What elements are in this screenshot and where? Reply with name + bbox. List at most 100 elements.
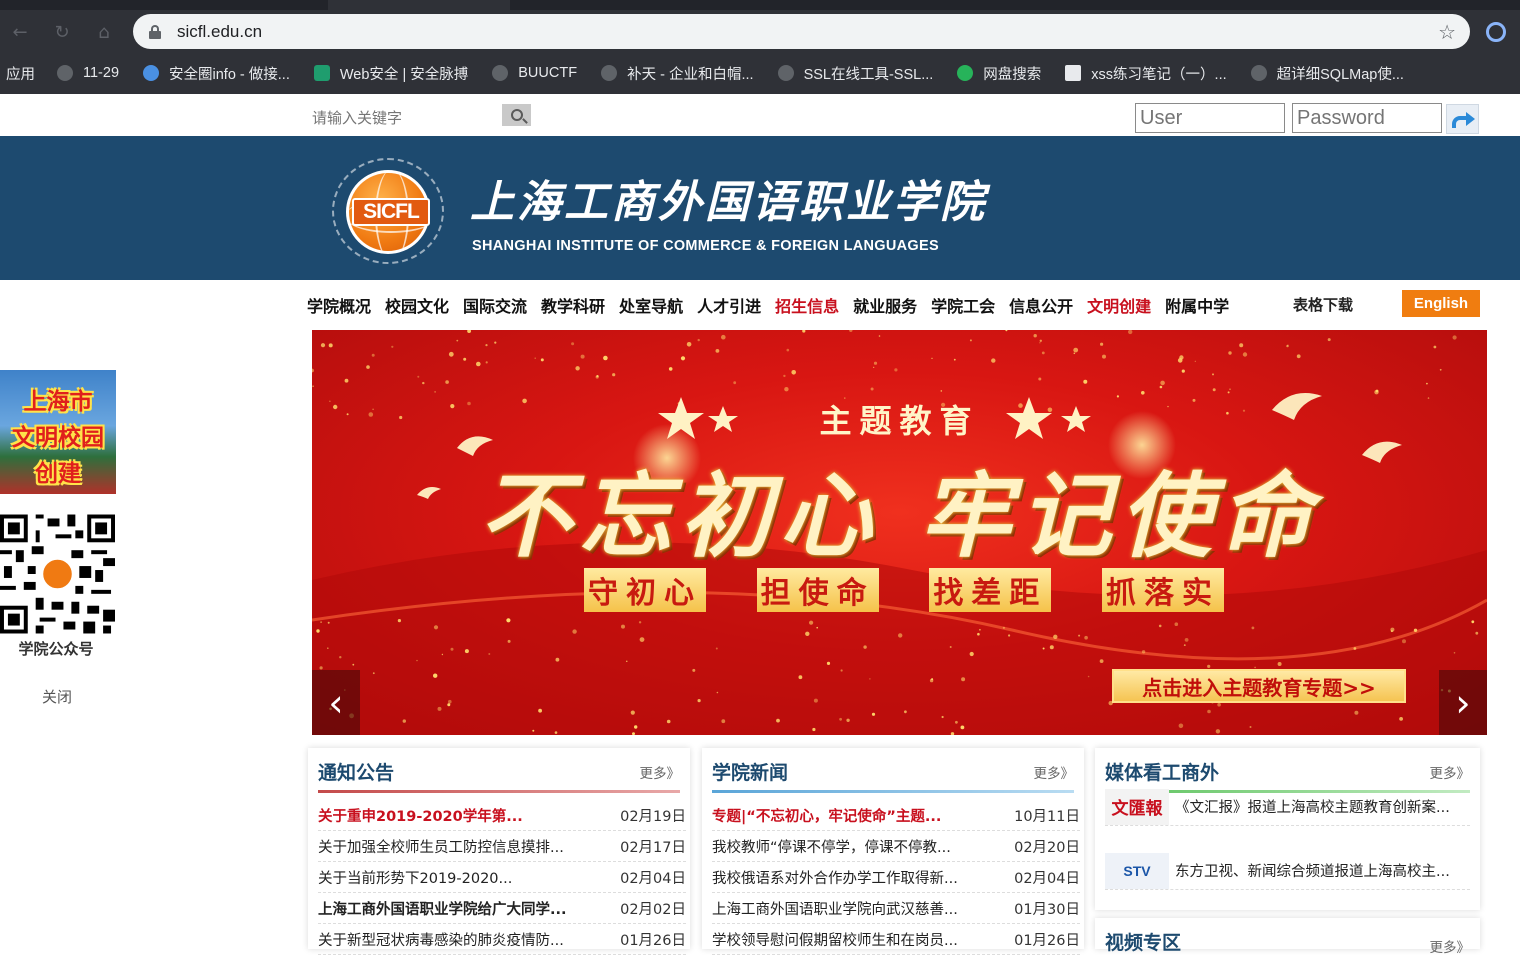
item-title[interactable]: 学校领导慰问假期留校师生和在岗员... bbox=[712, 929, 958, 950]
item-title[interactable]: 关于重申2019-2020学年第... bbox=[318, 805, 523, 826]
list-item[interactable]: 专题|“不忘初心，牢记使命”主题... 10月11日 bbox=[712, 800, 1080, 831]
address-bar[interactable]: sicfl.edu.cn ☆ bbox=[133, 14, 1470, 49]
hero-title: 不忘初心 牢记使命 bbox=[479, 462, 1320, 570]
panel-header: 学院新闻 更多》 bbox=[712, 758, 1075, 793]
globe-icon bbox=[777, 65, 794, 81]
nav-item-union[interactable]: 学院工会 bbox=[931, 293, 995, 317]
list-item[interactable]: 我校教师“停课不停学，停课不停教... 02月20日 bbox=[712, 831, 1080, 862]
notices-list: 关于重申2019-2020学年第... 02月19日 关于加强全校师生员工防控信息… bbox=[318, 800, 686, 955]
nav-item-departments[interactable]: 处室导航 bbox=[619, 293, 683, 317]
reload-icon[interactable]: ↻ bbox=[48, 18, 76, 46]
list-item[interactable]: 我校俄语系对外合作办学工作取得新... 02月04日 bbox=[712, 862, 1080, 893]
list-item[interactable]: 学校领导慰问假期留校师生和在岗员... 01月26日 bbox=[712, 924, 1080, 955]
shield-icon bbox=[313, 65, 330, 81]
news-list: 专题|“不忘初心，牢记使命”主题... 10月11日 我校教师“停课不停学，停课不… bbox=[712, 800, 1080, 955]
site-name-cn[interactable]: 上海工商外国语职业学院 bbox=[470, 166, 987, 230]
bookmark-item[interactable]: 超详细SQLMap使... bbox=[1250, 63, 1404, 84]
list-item[interactable]: STV 东方卫视、新闻综合频道报道上海高校主... bbox=[1105, 852, 1470, 890]
active-tab[interactable] bbox=[328, 0, 510, 10]
nav-item-about[interactable]: 学院概况 bbox=[307, 293, 371, 317]
bookmark-label: BUUCTF bbox=[518, 65, 578, 81]
item-title[interactable]: 专题|“不忘初心，牢记使命”主题... bbox=[712, 805, 941, 826]
logo-mark: SICFL bbox=[352, 198, 430, 226]
password-input[interactable] bbox=[1292, 103, 1442, 133]
nav-item-recruitment[interactable]: 人才引进 bbox=[697, 293, 761, 317]
forms-download-link[interactable]: 表格下载 bbox=[1293, 294, 1353, 315]
nav-item-civilization[interactable]: 文明创建 bbox=[1087, 293, 1151, 317]
item-title[interactable]: 《文汇报》报道上海高校主题教育创新案... bbox=[1175, 796, 1450, 817]
more-link[interactable]: 更多》 bbox=[1430, 936, 1471, 956]
civilized-campus-banner[interactable]: 上海市 文明校园 创建 bbox=[0, 370, 116, 494]
arrow-right-icon bbox=[1451, 112, 1475, 128]
list-item[interactable]: 文匯報 《文汇报》报道上海高校主题教育创新案... bbox=[1105, 788, 1470, 826]
globe-icon bbox=[57, 65, 73, 81]
item-title[interactable]: 关于加强全校师生员工防控信息摸排... bbox=[318, 836, 564, 857]
english-button[interactable]: English bbox=[1402, 290, 1480, 317]
bookmark-item[interactable]: BUUCTF bbox=[492, 65, 577, 81]
search-button[interactable] bbox=[502, 104, 531, 126]
item-title[interactable]: 关于当前形势下2019-2020... bbox=[318, 867, 512, 888]
list-item[interactable]: 上海工商外国语职业学院给广大同学... 02月02日 bbox=[318, 893, 686, 924]
item-date: 02月19日 bbox=[620, 808, 686, 825]
nav-item-disclosure[interactable]: 信息公开 bbox=[1009, 293, 1073, 317]
item-date: 01月26日 bbox=[620, 932, 686, 949]
item-title[interactable]: 上海工商外国语职业学院给广大同学... bbox=[318, 898, 567, 919]
theme-education-link[interactable]: 点击进入主题教育专题>> bbox=[1112, 669, 1406, 703]
username-input[interactable] bbox=[1135, 103, 1285, 133]
bookmark-label: SSL在线工具-SSL... bbox=[803, 66, 934, 83]
site-favicon-icon bbox=[143, 65, 160, 81]
school-logo[interactable]: SICFL bbox=[328, 156, 448, 264]
panel-header: 视频专区 更多》 bbox=[1105, 928, 1471, 956]
more-link[interactable]: 更多》 bbox=[1034, 762, 1075, 782]
item-title[interactable]: 东方卫视、新闻综合频道报道上海高校主... bbox=[1175, 860, 1450, 881]
carousel-next-icon[interactable]: › bbox=[1439, 670, 1487, 735]
search-input[interactable] bbox=[310, 105, 500, 131]
list-item[interactable]: 关于重申2019-2020学年第... 02月19日 bbox=[318, 800, 686, 831]
bookmark-item[interactable]: 网盘搜索 bbox=[957, 63, 1041, 84]
list-item[interactable]: 关于加强全校师生员工防控信息摸排... 02月17日 bbox=[318, 831, 686, 862]
list-item[interactable]: 关于新型冠状病毒感染的肺炎疫情防... 01月26日 bbox=[318, 924, 686, 955]
nav-item-employment[interactable]: 就业服务 bbox=[853, 293, 917, 317]
login-button[interactable] bbox=[1446, 104, 1479, 134]
hero-slogan: 担使命 bbox=[756, 568, 879, 612]
item-date: 02月02日 bbox=[620, 901, 686, 918]
back-icon[interactable]: ← bbox=[6, 18, 34, 46]
home-icon[interactable]: ⌂ bbox=[90, 18, 118, 46]
nav-item-affiliated-school[interactable]: 附属中学 bbox=[1165, 293, 1229, 317]
bookmark-item[interactable]: xss练习笔记（一）... bbox=[1065, 63, 1227, 84]
item-title[interactable]: 关于新型冠状病毒感染的肺炎疫情防... bbox=[318, 929, 564, 950]
hero-banner[interactable]: 主题教育 不忘初心 牢记使命 守初心 担使命 找差距 抓落实 点击进入主题教育专… bbox=[312, 330, 1487, 735]
nav-item-admissions[interactable]: 招生信息 bbox=[775, 293, 839, 317]
notices-panel: 通知公告 更多》 关于重申2019-2020学年第... 02月19日 关于加强全… bbox=[308, 748, 690, 955]
more-link[interactable]: 更多》 bbox=[1430, 762, 1471, 782]
more-link[interactable]: 更多》 bbox=[640, 762, 681, 782]
list-item[interactable]: 关于当前形势下2019-2020... 02月04日 bbox=[318, 862, 686, 893]
item-date: 01月30日 bbox=[1014, 901, 1080, 918]
bookmark-label: 超详细SQLMap使... bbox=[1276, 66, 1404, 83]
extension-icon[interactable] bbox=[1486, 22, 1506, 42]
url-text[interactable]: sicfl.edu.cn bbox=[177, 22, 262, 42]
list-item[interactable]: 上海工商外国语职业学院向武汉慈善... 01月30日 bbox=[712, 893, 1080, 924]
bookmark-item[interactable]: 安全圈info - 做接... bbox=[143, 63, 290, 84]
item-title[interactable]: 我校教师“停课不停学，停课不停教... bbox=[712, 836, 951, 857]
nav-item-research[interactable]: 教学科研 bbox=[541, 293, 605, 317]
bookmark-label: 11-29 bbox=[83, 65, 120, 81]
nav-item-culture[interactable]: 校园文化 bbox=[385, 293, 449, 317]
item-title[interactable]: 上海工商外国语职业学院向武汉慈善... bbox=[712, 898, 958, 919]
college-news-panel: 学院新闻 更多》 专题|“不忘初心，牢记使命”主题... 10月11日 我校教师“… bbox=[702, 748, 1084, 955]
tab-strip bbox=[0, 0, 1520, 10]
carousel-prev-icon[interactable]: ‹ bbox=[312, 670, 360, 735]
close-float-link[interactable]: 关闭 bbox=[42, 686, 72, 707]
hero-slogan: 抓落实 bbox=[1101, 568, 1224, 612]
lock-icon[interactable] bbox=[149, 24, 161, 39]
bookmark-item[interactable]: 11-29 bbox=[57, 65, 119, 81]
item-title[interactable]: 我校俄语系对外合作办学工作取得新... bbox=[712, 867, 958, 888]
bookmark-item[interactable]: Web安全 | 安全脉搏 bbox=[313, 63, 468, 84]
bookmark-label: 补天 - 企业和白帽... bbox=[627, 66, 754, 83]
bookmark-item[interactable]: SSL在线工具-SSL... bbox=[777, 63, 934, 84]
nav-item-international[interactable]: 国际交流 bbox=[463, 293, 527, 317]
document-icon bbox=[1065, 65, 1082, 81]
bookmark-item[interactable]: 补天 - 企业和白帽... bbox=[601, 63, 754, 84]
bookmark-apps[interactable]: 应用 bbox=[6, 63, 35, 84]
bookmark-star-icon[interactable]: ☆ bbox=[1438, 20, 1456, 44]
